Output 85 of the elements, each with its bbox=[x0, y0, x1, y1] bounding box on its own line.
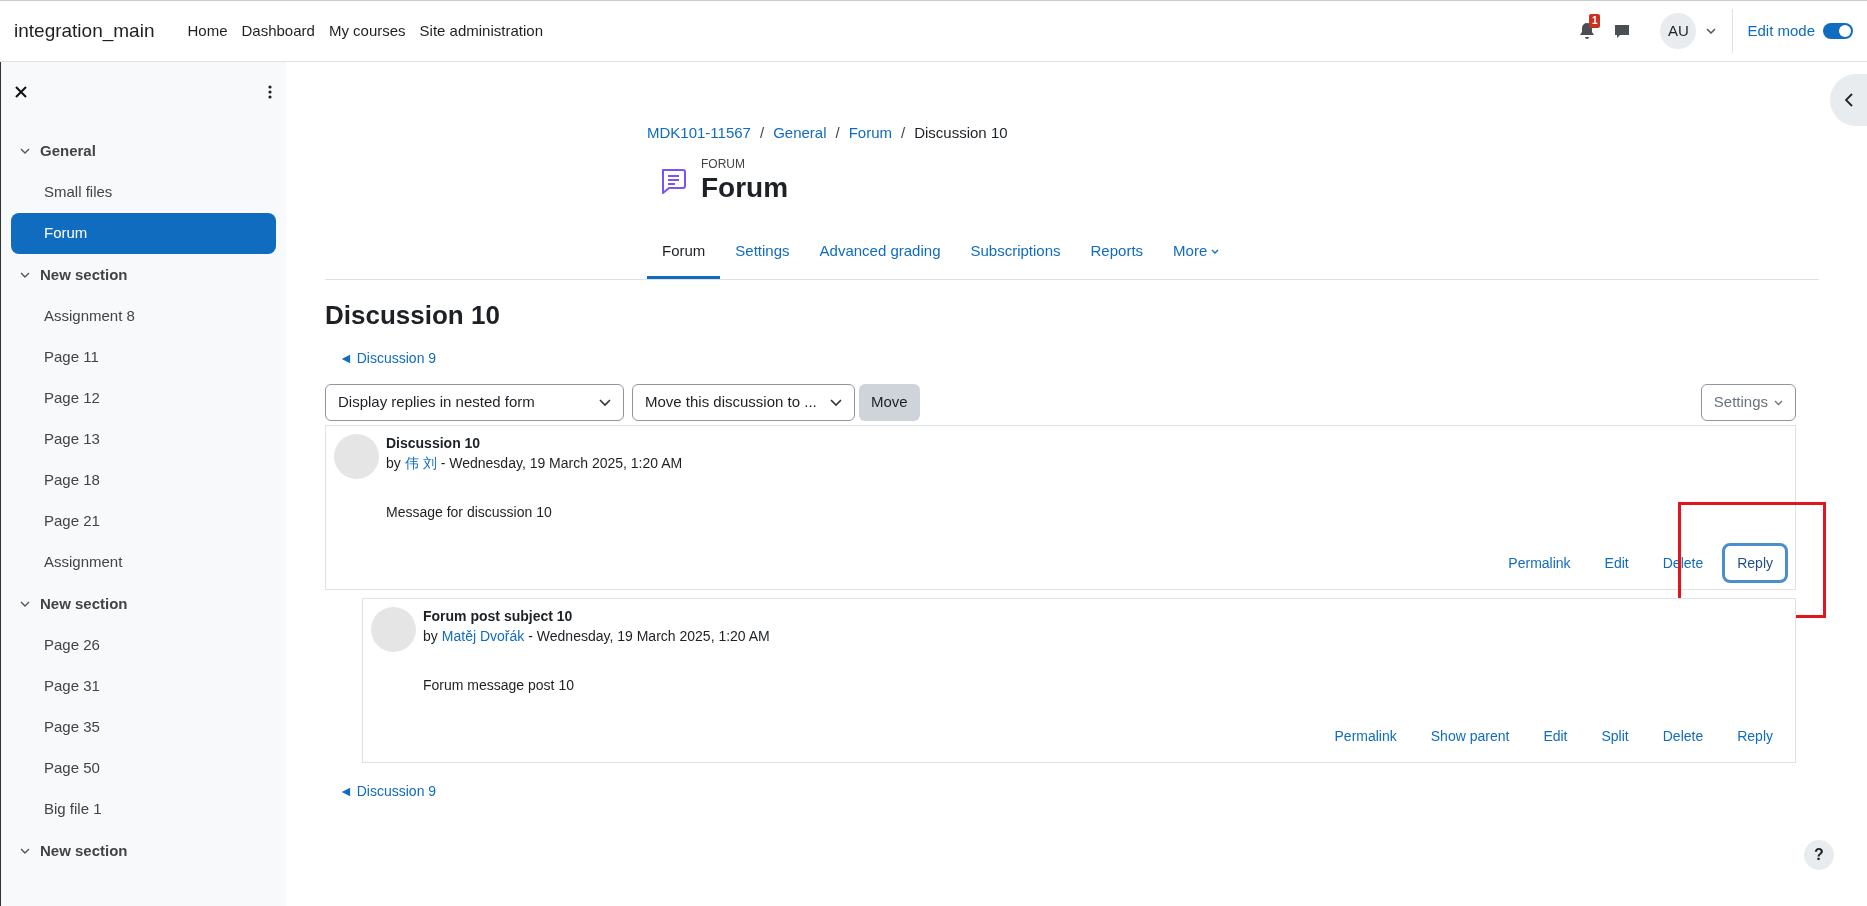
site-name[interactable]: integration_main bbox=[14, 16, 155, 46]
byline-label: by bbox=[423, 627, 438, 646]
post-action-link[interactable]: Reply bbox=[1722, 716, 1788, 756]
close-icon[interactable] bbox=[15, 86, 27, 98]
nav-link[interactable]: Home bbox=[182, 19, 233, 43]
display-mode-select[interactable]: Display replies in nested form bbox=[325, 384, 624, 421]
help-button[interactable]: ? bbox=[1804, 840, 1834, 870]
author-link[interactable]: 伟 刘 bbox=[404, 452, 437, 474]
chevron-down-icon[interactable] bbox=[20, 601, 30, 607]
chevron-left-icon bbox=[1844, 93, 1853, 107]
settings-dropdown[interactable]: Settings bbox=[1700, 384, 1796, 421]
nav-tab[interactable]: More bbox=[1158, 227, 1235, 279]
post-action-link[interactable]: Permalink bbox=[1493, 543, 1586, 583]
course-index-item[interactable]: Page 11 bbox=[11, 337, 276, 378]
more-icon[interactable] bbox=[268, 85, 272, 99]
chevron-down-icon[interactable] bbox=[20, 848, 30, 854]
nav-tab[interactable]: Advanced grading bbox=[804, 227, 956, 279]
bell-icon[interactable] bbox=[1578, 22, 1595, 40]
course-index-item[interactable]: Page 26 bbox=[11, 625, 276, 666]
post-action-link[interactable]: Reply bbox=[1722, 543, 1788, 583]
breadcrumb-separator: / bbox=[901, 122, 906, 143]
section-header[interactable]: General bbox=[1, 130, 286, 172]
edit-mode-label: Edit mode bbox=[1747, 20, 1815, 41]
post-date: - Wednesday, 19 March 2025, 1:20 AM bbox=[528, 627, 770, 646]
post-message: Forum message post 10 bbox=[423, 676, 575, 695]
course-index-item[interactable]: Page 35 bbox=[11, 707, 276, 748]
previous-discussion-link[interactable]: ◄ Discussion 9 bbox=[339, 783, 437, 799]
user-avatar[interactable]: AU bbox=[1660, 13, 1697, 49]
course-index-item[interactable]: Page 13 bbox=[11, 419, 276, 460]
breadcrumb-separator: / bbox=[759, 122, 765, 143]
section-header[interactable]: New section bbox=[1, 583, 286, 625]
post-subject: Forum post subject 10 bbox=[423, 607, 574, 625]
activity-title: Forum bbox=[701, 171, 789, 205]
chevron-down-icon[interactable] bbox=[20, 272, 30, 278]
course-index-item[interactable]: Big file 1 bbox=[11, 789, 276, 830]
nav-tab[interactable]: Settings bbox=[720, 227, 805, 279]
nav-link[interactable]: Dashboard bbox=[236, 19, 320, 43]
course-index-item[interactable]: Assignment bbox=[11, 542, 276, 583]
avatar-placeholder bbox=[371, 607, 416, 652]
nav-tab[interactable]: Subscriptions bbox=[955, 227, 1076, 279]
chevron-down-icon bbox=[599, 398, 611, 407]
post-action-link[interactable]: Edit bbox=[1589, 543, 1644, 583]
post-date: - Wednesday, 19 March 2025, 1:20 AM bbox=[440, 454, 683, 473]
nav-tab[interactable]: Reports bbox=[1075, 227, 1159, 279]
breadcrumb-item[interactable]: General bbox=[773, 121, 827, 145]
nav-tab[interactable]: Forum bbox=[647, 227, 721, 279]
caret-icon[interactable] bbox=[1706, 28, 1717, 34]
move-discussion-select[interactable]: Move this discussion to ... bbox=[632, 384, 855, 421]
post-action-link[interactable]: Permalink bbox=[1319, 716, 1412, 756]
post-message: Message for discussion 10 bbox=[386, 503, 553, 522]
chat-icon[interactable] bbox=[1614, 23, 1631, 39]
chevron-down-icon bbox=[830, 398, 842, 407]
discussion-title: Discussion 10 bbox=[325, 299, 501, 332]
breadcrumb-separator: / bbox=[835, 122, 840, 143]
course-index-item[interactable]: Page 12 bbox=[11, 378, 276, 419]
post-action-link[interactable]: Delete bbox=[1647, 716, 1719, 756]
nav-link[interactable]: My courses bbox=[323, 19, 411, 43]
breadcrumb-item: Discussion 10 bbox=[914, 122, 1008, 143]
chevron-down-icon bbox=[1774, 399, 1783, 406]
course-index-item[interactable]: Forum bbox=[11, 213, 276, 254]
byline-label: by bbox=[386, 454, 401, 473]
course-index-item[interactable]: Page 21 bbox=[11, 501, 276, 542]
notification-count: 1 bbox=[1588, 14, 1601, 28]
post-action-link[interactable]: Show parent bbox=[1415, 716, 1525, 756]
drawer-toggle-button[interactable] bbox=[1830, 74, 1867, 126]
chevron-down-icon[interactable] bbox=[20, 148, 30, 154]
move-button[interactable]: Move bbox=[859, 384, 920, 421]
post-subject: Discussion 10 bbox=[386, 434, 482, 452]
edit-mode-toggle[interactable] bbox=[1823, 23, 1853, 39]
course-index-item[interactable]: Page 18 bbox=[11, 460, 276, 501]
post-action-link[interactable]: Split bbox=[1586, 716, 1644, 756]
section-header[interactable]: New section bbox=[1, 830, 286, 872]
author-link[interactable]: Matěj Dvořák bbox=[441, 625, 525, 647]
post-action-link[interactable]: Edit bbox=[1528, 716, 1583, 756]
nav-link[interactable]: Site administration bbox=[414, 19, 548, 43]
course-index-item[interactable]: Page 31 bbox=[11, 666, 276, 707]
course-index-item[interactable]: Assignment 8 bbox=[11, 296, 276, 337]
avatar-placeholder bbox=[334, 434, 379, 479]
breadcrumb-item[interactable]: Forum bbox=[848, 121, 892, 145]
course-index-item[interactable]: Page 50 bbox=[11, 748, 276, 789]
section-header[interactable]: New section bbox=[1, 254, 286, 296]
previous-discussion-link[interactable]: ◄ Discussion 9 bbox=[339, 350, 437, 366]
course-index-item[interactable]: Small files bbox=[11, 172, 276, 213]
activity-type: FORUM bbox=[701, 157, 746, 171]
breadcrumb-item[interactable]: MDK101-11567 bbox=[647, 121, 751, 145]
